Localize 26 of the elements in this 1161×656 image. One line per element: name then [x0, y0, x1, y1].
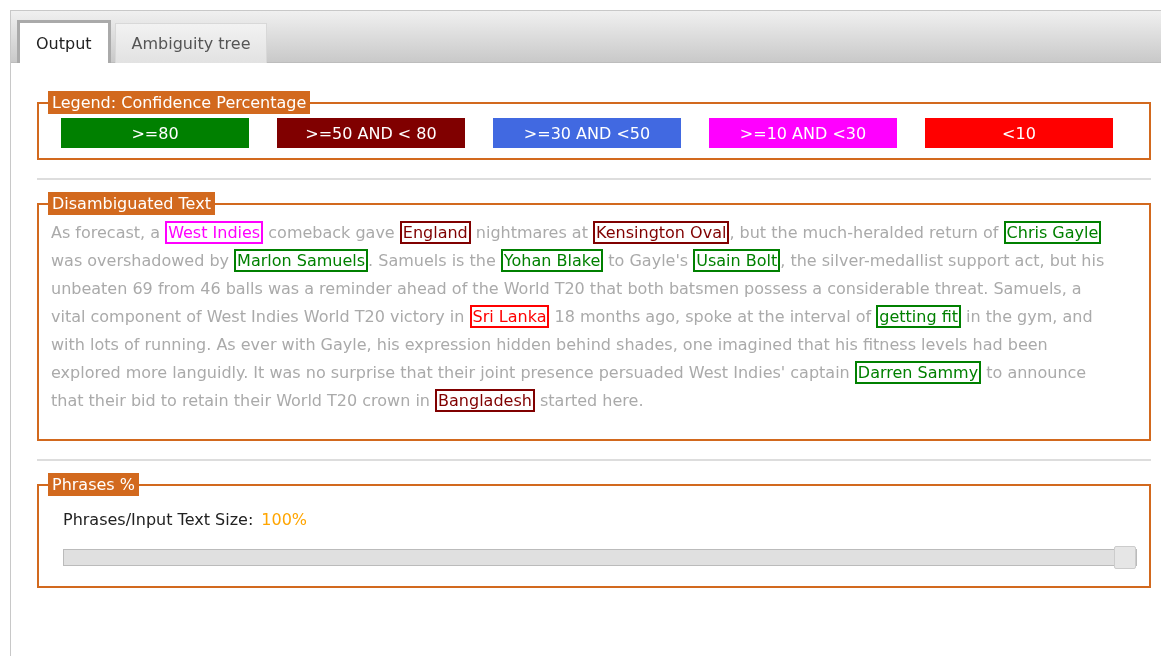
entity-highlight: Usain Bolt	[693, 249, 781, 272]
entity-highlight: Darren Sammy	[854, 361, 982, 384]
entity-highlight: Kensington Oval	[593, 221, 730, 244]
entity-highlight: Sri Lanka	[469, 305, 550, 328]
entity-highlight: Marlon Samuels	[234, 249, 369, 272]
slider-track[interactable]	[63, 549, 1137, 566]
entity-highlight: England	[399, 221, 471, 244]
legend-swatch: >=10 AND <30	[709, 118, 897, 148]
slider-thumb[interactable]	[1114, 546, 1136, 569]
legend-swatch: >=80	[61, 118, 249, 148]
legend-swatch: <10	[925, 118, 1113, 148]
entity-highlight: Chris Gayle	[1003, 221, 1102, 244]
entity-highlight: Bangladesh	[435, 389, 535, 412]
size-label: Phrases/Input Text Size:	[63, 510, 254, 529]
legend-swatch: >=50 AND < 80	[277, 118, 465, 148]
section-title: Phrases %	[48, 473, 139, 496]
section-title: Disambiguated Text	[48, 192, 215, 215]
section-title: Legend: Confidence Percentage	[48, 91, 311, 114]
tab[interactable]: Output	[17, 20, 111, 63]
entity-highlight: West Indies	[165, 221, 264, 244]
entity-highlight: getting fit	[876, 305, 961, 328]
tab[interactable]: Ambiguity tree	[114, 23, 268, 63]
legend-swatch: >=30 AND <50	[493, 118, 681, 148]
entity-highlight: Yohan Blake	[500, 249, 604, 272]
size-value: 100%	[261, 510, 308, 529]
paragraph: As forecast, a West Indies comeback gave England nightmares at Kensington Oval , but the much-heralded return of Chris Gayle was overshadowed by Marlon Samuels . Samuels is the Yohan Blake to Gayle's Usain Bolt , the silver-medallist support act, but his unbeaten 69 from 46 balls was a reminder ahead of the World T20 that both batsmen possess a considerable threat. Samuels, a vital component of West Indies World T20 victory in Sri Lanka 18 months ago, spoke at the interval of getting fit in the gym, and with lots of running. As ever with Gayle, his expression hidden behind shades, one imagined that his fitness levels had been explored more languidly. It was no surprise that their joint presence persuaded West Indies' captain Darren Sammy to announce that their bid to retain their World T20 crown in Bangladesh started here.	[51, 220, 1106, 414]
